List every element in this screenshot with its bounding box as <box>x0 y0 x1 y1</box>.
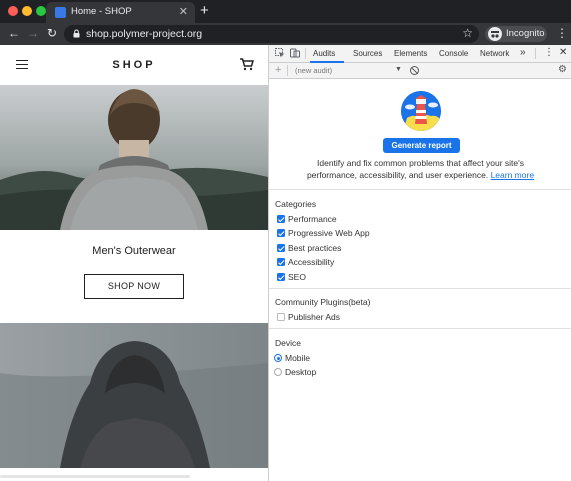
incognito-badge[interactable]: Incognito <box>485 26 547 42</box>
description-line-2-text: performance, accessibility, and user exp… <box>306 170 489 180</box>
tab-audits[interactable]: Audits <box>313 49 335 58</box>
tab-title: Home - SHOP <box>71 6 132 17</box>
select-caret-icon[interactable]: ▼ <box>395 66 402 73</box>
shop-title[interactable]: SHOP <box>0 59 268 71</box>
browser-chrome: Home - SHOP ✕ + ← → ↻ shop.polymer-proje… <box>0 0 571 45</box>
desktop-radio[interactable] <box>274 368 282 376</box>
checkbox-label: Progressive Web App <box>288 228 370 238</box>
inspect-element-icon[interactable] <box>275 48 285 58</box>
audit-settings-gear-icon[interactable]: ⚙ <box>558 64 567 75</box>
lighthouse-logo-icon <box>401 91 441 131</box>
url-text[interactable]: shop.polymer-project.org <box>86 28 202 40</box>
section-divider <box>269 328 571 329</box>
toolbar-separator <box>287 65 288 76</box>
pwa-checkbox[interactable] <box>277 229 285 237</box>
plugins-title: Community Plugins(beta) <box>275 297 371 307</box>
window-close-button[interactable] <box>8 6 18 16</box>
browser-tab[interactable]: Home - SHOP ✕ <box>46 2 195 23</box>
shopping-cart-icon[interactable] <box>240 58 254 71</box>
section-divider <box>269 189 571 190</box>
tab-separator <box>305 48 306 59</box>
tab-separator <box>535 48 536 59</box>
new-tab-button[interactable]: + <box>200 3 209 18</box>
new-audit-plus-icon[interactable]: + <box>275 64 281 76</box>
categories-title: Categories <box>275 199 317 209</box>
devtools-tab-bar: Audits Sources Elements Console Network … <box>269 45 571 63</box>
checkbox-label: Accessibility <box>288 257 335 267</box>
checkbox-label: Publisher Ads <box>288 312 340 322</box>
radio-label: Desktop <box>285 367 317 377</box>
browser-toolbar: ← → ↻ shop.polymer-project.org ☆ Incogni… <box>0 23 571 45</box>
shop-now-button[interactable]: SHOP NOW <box>84 274 184 299</box>
tab-network[interactable]: Network <box>480 49 509 58</box>
device-title: Device <box>275 338 301 348</box>
description-line-2: performance, accessibility, and user exp… <box>269 169 571 181</box>
horizontal-scrollbar[interactable] <box>0 475 190 478</box>
window-minimize-button[interactable] <box>22 6 32 16</box>
checkbox-label: SEO <box>288 272 306 282</box>
learn-more-link[interactable]: Learn more <box>491 170 534 180</box>
best-practices-checkbox[interactable] <box>277 244 285 252</box>
seo-checkbox[interactable] <box>277 273 285 281</box>
performance-checkbox[interactable] <box>277 215 285 223</box>
devtools-panel: Audits Sources Elements Console Network … <box>268 45 571 481</box>
shop-page: SHOP Men's Outerwear SHOP NOW <box>0 45 268 481</box>
category-title: Men's Outerwear <box>92 245 176 257</box>
audit-select[interactable]: (new audit) <box>295 66 332 75</box>
generate-report-button[interactable]: Generate report <box>383 138 460 153</box>
window-maximize-button[interactable] <box>36 6 46 16</box>
tab-console[interactable]: Console <box>439 49 468 58</box>
mobile-radio[interactable] <box>274 354 282 362</box>
ladies-outerwear-hero-image[interactable] <box>0 323 268 468</box>
devtools-menu-icon[interactable]: ⋮ <box>544 47 554 58</box>
reload-icon[interactable]: ↻ <box>47 27 57 40</box>
checkbox-label: Performance <box>288 214 337 224</box>
shop-header: SHOP <box>0 45 268 85</box>
devtools-close-icon[interactable]: ✕ <box>559 47 567 58</box>
audit-description: Identify and fix common problems that af… <box>269 157 571 181</box>
tab-sources[interactable]: Sources <box>353 49 382 58</box>
forward-arrow-icon[interactable]: → <box>27 27 39 40</box>
audit-toolbar: + (new audit) ▼ ⚙ <box>269 63 571 79</box>
section-divider <box>269 288 571 289</box>
checkbox-label: Best practices <box>288 243 342 253</box>
device-toolbar-icon[interactable] <box>290 48 300 58</box>
back-arrow-icon[interactable]: ← <box>8 27 20 40</box>
description-line-1: Identify and fix common problems that af… <box>317 158 524 168</box>
shop-favicon-icon <box>55 7 66 18</box>
publisher-ads-checkbox[interactable] <box>277 313 285 321</box>
tab-strip: Home - SHOP ✕ + <box>0 0 571 23</box>
tab-close-icon[interactable]: ✕ <box>179 5 188 18</box>
incognito-label: Incognito <box>506 28 545 39</box>
mens-outerwear-hero-image[interactable] <box>0 85 268 230</box>
tab-elements[interactable]: Elements <box>394 49 427 58</box>
address-bar[interactable]: shop.polymer-project.org ☆ <box>64 25 479 43</box>
accessibility-checkbox[interactable] <box>277 258 285 266</box>
lock-icon <box>73 29 80 38</box>
incognito-icon <box>488 27 502 41</box>
radio-label: Mobile <box>285 353 311 363</box>
clear-audits-icon[interactable] <box>410 66 419 75</box>
browser-menu-icon[interactable]: ⋮ <box>556 26 568 40</box>
more-tabs-icon[interactable]: » <box>520 47 526 58</box>
bookmark-star-icon[interactable]: ☆ <box>462 26 473 40</box>
